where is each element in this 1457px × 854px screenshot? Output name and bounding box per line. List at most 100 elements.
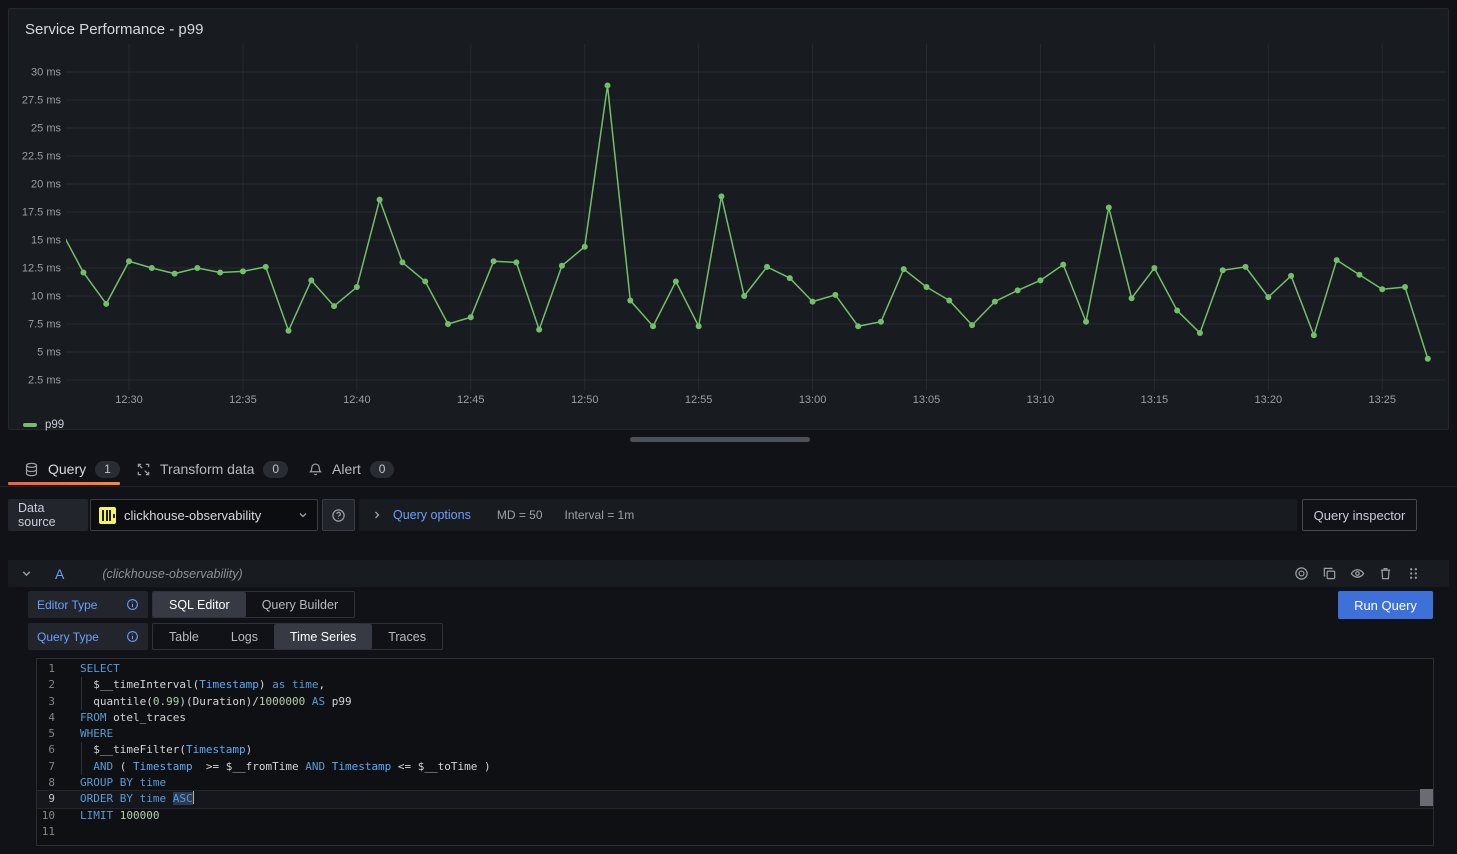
line-code: quantile(0.99)(Duration)/1000000 AS p99 [80,694,352,710]
query-type-option-time-series[interactable]: Time Series [274,624,372,649]
editor-type-label-box: Editor Type [28,591,148,618]
bell-icon [308,462,323,477]
svg-text:12:45: 12:45 [457,394,485,406]
query-type-row: Query Type Table Logs Time Series Traces [28,623,443,650]
info-circle-icon[interactable] [126,598,139,611]
datasource-picker[interactable]: clickhouse-observability [90,499,318,531]
chevron-down-icon [20,567,33,580]
query-type-label: Query Type [37,630,99,644]
tab-query[interactable]: Query 1 [24,456,120,482]
line-number: 5 [37,726,55,742]
code-line-1[interactable]: 1 SELECT [37,661,1433,677]
query-row-header[interactable]: A (clickhouse-observability) [8,560,1449,587]
tab-alert-label: Alert [332,461,361,477]
transform-arrows-icon [136,462,151,477]
run-query-button[interactable]: Run Query [1338,591,1433,619]
svg-text:5 ms: 5 ms [37,347,61,359]
collapse-query-row-button[interactable] [20,567,33,580]
code-line-11[interactable]: 11 [37,824,1433,840]
datasource-name: clickhouse-observability [124,508,289,523]
datasource-label: Data source [8,499,88,531]
editor-type-label: Editor Type [37,598,97,612]
query-type-option-table[interactable]: Table [153,624,215,649]
editor-type-radio-group: SQL Editor Query Builder [152,591,355,618]
line-number: 8 [37,775,55,791]
tab-alert-count-badge: 0 [370,461,395,478]
chevron-right-icon[interactable] [371,509,383,521]
editor-type-option-sql-editor[interactable]: SQL Editor [153,592,246,617]
sql-code-editor[interactable]: 1 SELECT2 $__timeInterval(Timestamp) as t… [36,658,1434,846]
info-circle-icon[interactable] [126,630,139,643]
grip-dots-icon[interactable] [1406,566,1421,581]
svg-text:7.5 ms: 7.5 ms [28,319,62,331]
svg-text:20 ms: 20 ms [31,179,61,191]
svg-text:12:35: 12:35 [229,394,257,406]
code-line-4[interactable]: 4FROM otel_traces [37,710,1433,726]
editor-type-row: Editor Type SQL Editor Query Builder [28,591,355,618]
line-number: 4 [37,710,55,726]
copy-icon[interactable] [1322,566,1337,581]
line-number: 1 [37,661,55,677]
code-line-7[interactable]: 7 AND ( Timestamp >= $__fromTime AND Tim… [37,759,1433,775]
svg-text:30 ms: 30 ms [31,67,61,79]
query-ref-id[interactable]: A [55,566,64,582]
query-row-actions [1294,566,1421,581]
line-code: LIMIT 100000 [80,808,160,824]
eye-icon[interactable] [1350,566,1365,581]
tab-transform-count-badge: 0 [263,461,288,478]
svg-text:12:50: 12:50 [571,394,599,406]
query-type-option-traces[interactable]: Traces [372,624,442,649]
svg-text:13:15: 13:15 [1141,394,1169,406]
line-number: 6 [37,742,55,758]
record-circle-icon[interactable] [1294,566,1309,581]
line-number: 7 [37,759,55,775]
line-number: 11 [37,824,55,840]
line-number: 10 [37,808,55,824]
svg-text:15 ms: 15 ms [31,235,61,247]
code-line-5[interactable]: 5 WHERE [37,726,1433,742]
code-line-3[interactable]: 3 quantile(0.99)(Duration)/1000000 AS p9… [37,694,1433,710]
svg-text:27.5 ms: 27.5 ms [22,95,62,107]
code-line-8[interactable]: 8GROUP BY time [37,775,1433,791]
time-series-chart[interactable]: 2.5 ms5 ms7.5 ms10 ms12.5 ms15 ms17.5 ms… [9,9,1448,429]
line-code: WHERE [80,726,113,742]
svg-text:12.5 ms: 12.5 ms [22,263,62,275]
editor-type-option-query-builder[interactable]: Query Builder [246,592,354,617]
line-code: SELECT [80,661,120,677]
svg-text:13:25: 13:25 [1368,394,1396,406]
chevron-down-icon [297,509,309,521]
tab-query-label: Query [48,461,86,477]
legend: p99 [23,419,64,431]
horizontal-scrollbar-thumb[interactable] [630,437,810,442]
interval-value: Interval = 1m [565,508,635,522]
timeseries-panel: Service Performance - p99 2.5 ms5 ms7.5 … [8,8,1449,430]
line-code: $__timeFilter(Timestamp) [80,742,252,758]
line-code: AND ( Timestamp >= $__fromTime AND Times… [80,759,491,775]
svg-text:25 ms: 25 ms [31,123,61,135]
code-line-6[interactable]: 6 $__timeFilter(Timestamp) [37,742,1433,758]
tab-transform-data[interactable]: Transform data 0 [136,456,288,482]
line-code: ORDER BY time ASC [80,791,194,807]
query-options-toggle[interactable]: Query options [393,508,471,522]
code-line-9[interactable]: 9 ORDER BY time ASC [37,791,1433,807]
legend-series-label[interactable]: p99 [45,419,64,431]
svg-text:13:05: 13:05 [913,394,941,406]
query-inspector-button[interactable]: Query inspector [1302,499,1417,531]
code-line-10[interactable]: 10 LIMIT 100000 [37,808,1433,824]
editor-overview-ruler-marker[interactable] [1420,789,1433,806]
query-type-option-logs[interactable]: Logs [215,624,274,649]
svg-text:13:00: 13:00 [799,394,827,406]
svg-text:12:40: 12:40 [343,394,371,406]
query-type-radio-group: Table Logs Time Series Traces [152,623,443,650]
trash-icon[interactable] [1378,566,1393,581]
max-data-points-value: MD = 50 [497,508,543,522]
question-circle-icon [331,508,346,523]
line-number: 9 [37,791,55,807]
code-line-2[interactable]: 2 $__timeInterval(Timestamp) as time, [37,677,1433,693]
datasource-help-button[interactable] [322,499,355,531]
clickhouse-logo [99,507,116,524]
svg-text:13:10: 13:10 [1027,394,1055,406]
svg-text:12:55: 12:55 [685,394,713,406]
tab-alert[interactable]: Alert 0 [308,456,394,482]
line-code: $__timeInterval(Timestamp) as time, [80,677,325,693]
